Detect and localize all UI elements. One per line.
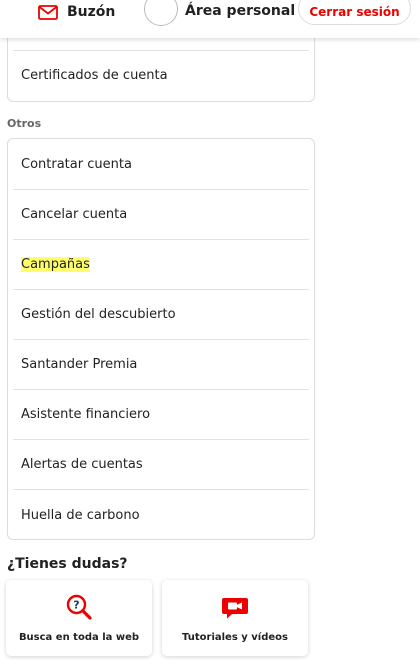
menu-item-label: Huella de carbono — [21, 507, 140, 523]
top-bar: Buzón Área personal Cerrar sesión — [0, 0, 420, 38]
search-web-card[interactable]: ? Busca en toda la web — [6, 580, 152, 656]
menu-item-label: Santander Premia — [21, 356, 138, 372]
svg-text:?: ? — [73, 599, 79, 612]
mail-icon — [38, 4, 58, 20]
menu-item-contratar-cuenta[interactable]: Contratar cuenta — [8, 139, 314, 189]
account-options-card: Certificados de cuenta — [7, 30, 315, 102]
menu-item-cancelar-cuenta[interactable]: Cancelar cuenta — [8, 189, 314, 239]
search-question-icon: ? — [65, 593, 93, 625]
menu-item-asistente-financiero[interactable]: Asistente financiero — [8, 389, 314, 439]
avatar[interactable] — [144, 0, 178, 26]
mailbox-button[interactable]: Buzón — [38, 3, 115, 21]
menu-item-label: Campañas — [21, 256, 90, 272]
tutorials-videos-card[interactable]: Tutoriales y vídeos — [162, 580, 308, 656]
help-card-label: Busca en toda la web — [18, 632, 140, 643]
personal-area-link[interactable]: Área personal — [185, 3, 295, 19]
help-card-label: Tutoriales y vídeos — [182, 632, 288, 643]
divider — [13, 50, 309, 51]
video-camera-icon — [221, 593, 249, 625]
help-title: ¿Tienes dudas? — [7, 556, 128, 572]
menu-item-alertas-cuentas[interactable]: Alertas de cuentas — [8, 439, 314, 489]
menu-item-label: Contratar cuenta — [21, 156, 132, 172]
mailbox-label: Buzón — [67, 4, 116, 20]
menu-item-label: Gestión del descubierto — [21, 306, 176, 322]
menu-item-huella-carbono[interactable]: Huella de carbono — [8, 490, 314, 540]
logout-button[interactable]: Cerrar sesión — [298, 0, 411, 25]
menu-item-label: Cancelar cuenta — [21, 206, 128, 222]
menu-item-certificados[interactable]: Certificados de cuenta — [21, 68, 168, 83]
others-options-card: Contratar cuenta Cancelar cuenta Campaña… — [7, 138, 315, 540]
menu-item-campanas[interactable]: Campañas — [8, 239, 314, 289]
menu-item-label: Alertas de cuentas — [21, 456, 143, 472]
menu-item-santander-premia[interactable]: Santander Premia — [8, 339, 314, 389]
menu-item-gestion-descubierto[interactable]: Gestión del descubierto — [8, 289, 314, 339]
menu-item-label: Asistente financiero — [21, 406, 151, 422]
section-title-otros: Otros — [7, 117, 42, 130]
